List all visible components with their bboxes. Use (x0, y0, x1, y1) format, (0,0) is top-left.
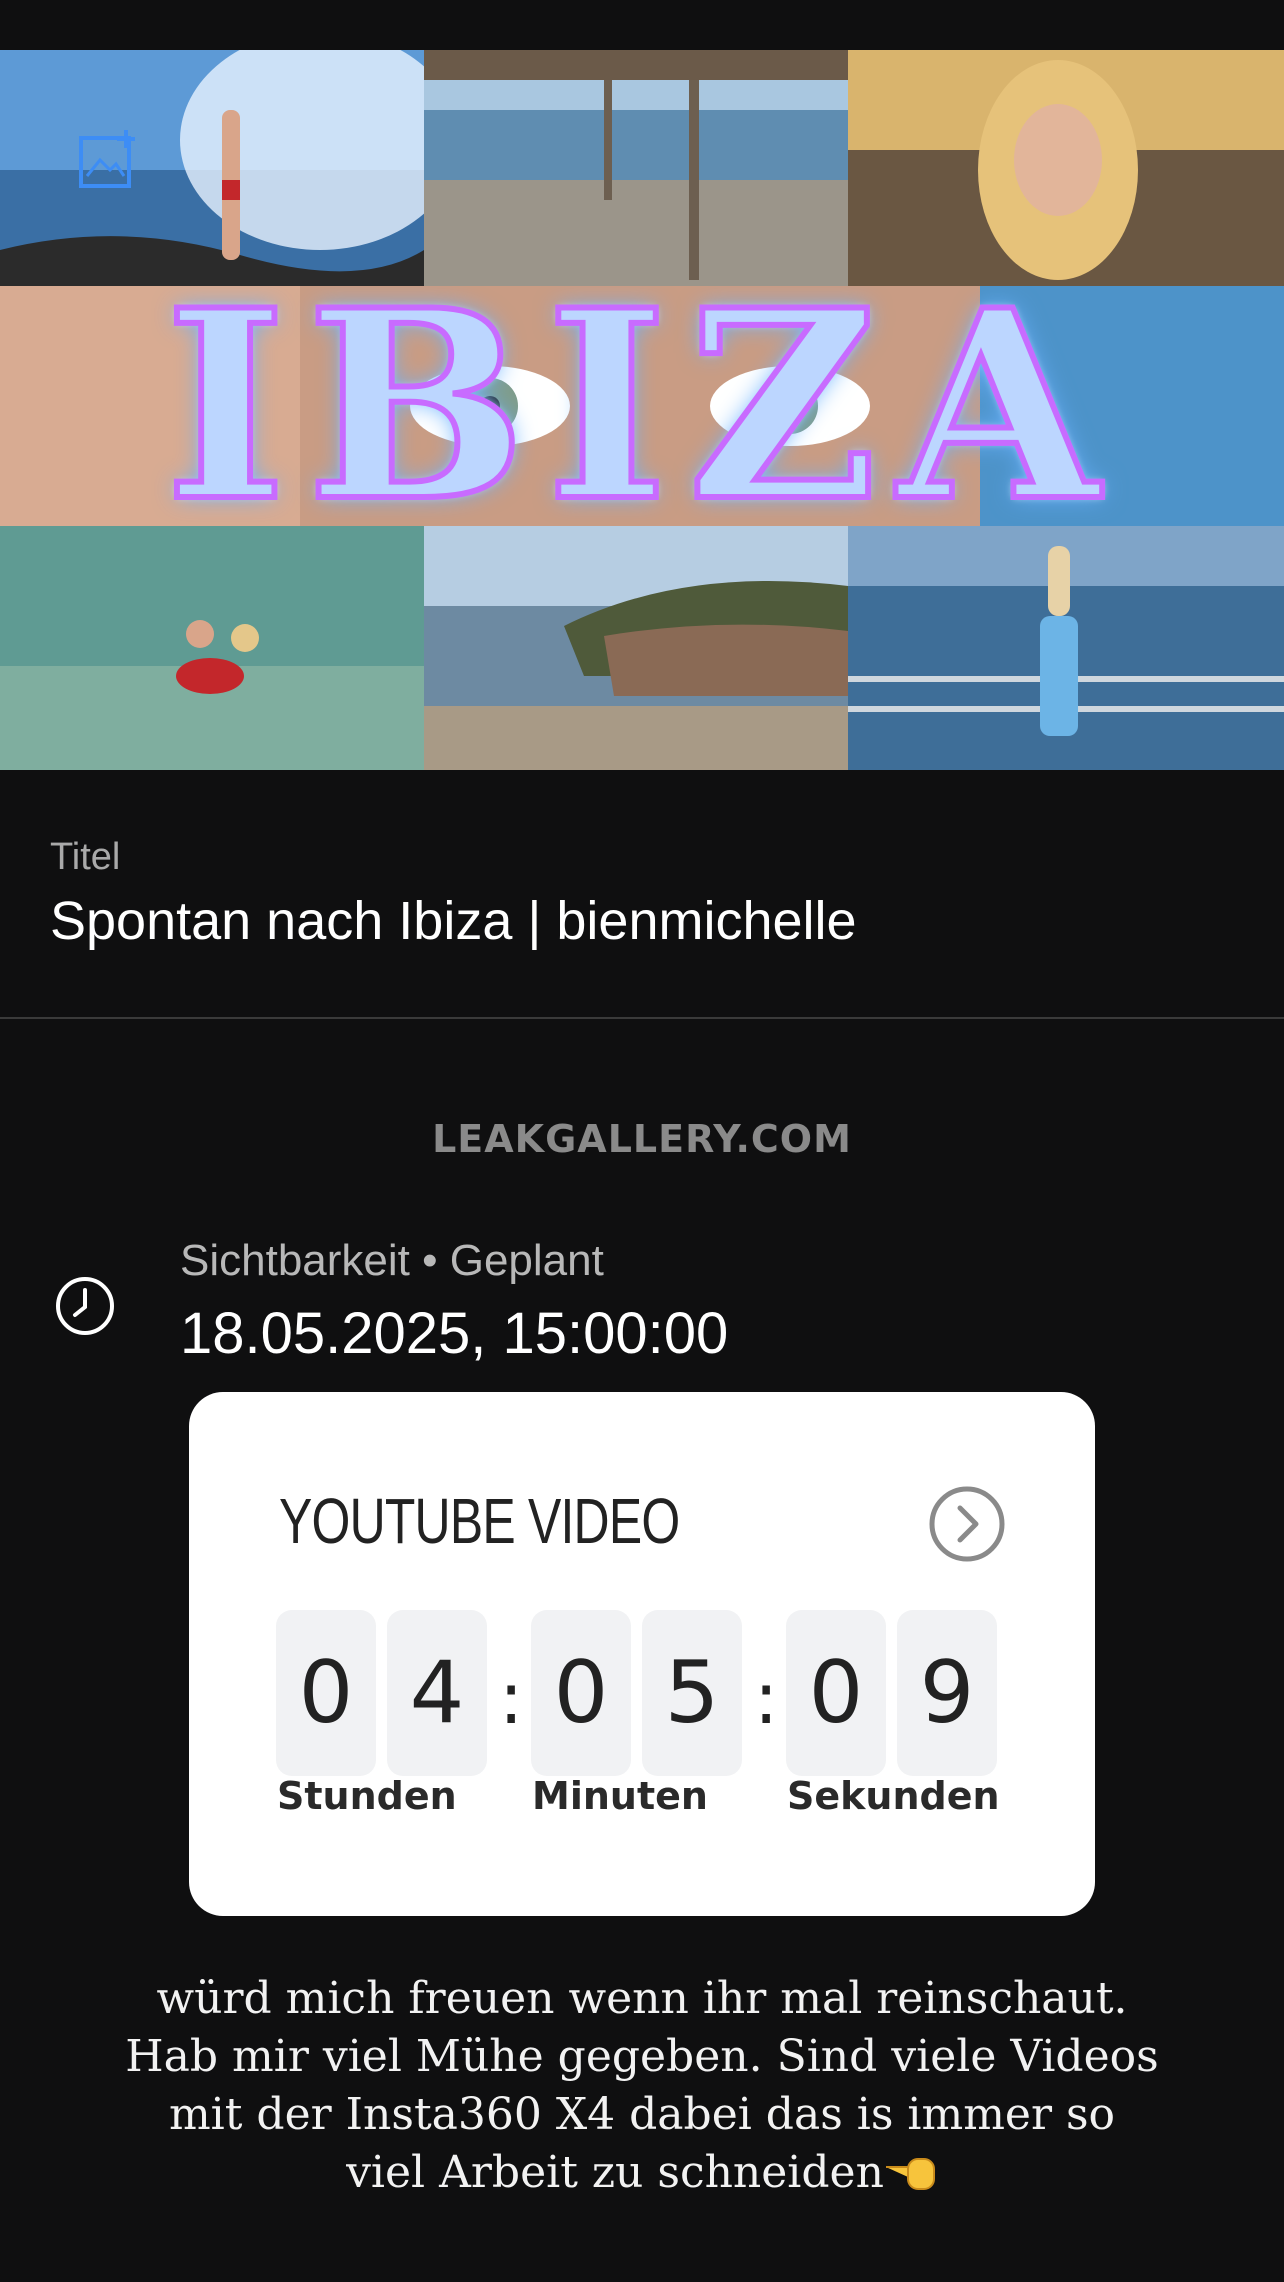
hours-label: Stunden (277, 1774, 457, 1818)
photo-sunset-portrait (848, 50, 1284, 286)
caption: würd mich freuen wenn ihr mal reinschaut… (120, 1970, 1164, 2202)
pointing-hand-emoji (885, 2158, 935, 2190)
countdown-card[interactable]: YOUTUBE VIDEO 0 4 : 0 5 : 0 9 Stunden Mi… (189, 1392, 1095, 1916)
caption-line: Hab mir viel Mühe gegeben. Sind viele Vi… (125, 2031, 1159, 2082)
minutes-label: Minuten (532, 1774, 708, 1818)
minutes-digit-1: 0 (531, 1610, 631, 1776)
visibility-label[interactable]: Sichtbarkeit • Geplant (180, 1236, 604, 1286)
time-separator: : (754, 1656, 779, 1740)
watermark: LEAKGALLERY.COM (432, 1117, 852, 1161)
seconds-digit-2: 9 (897, 1610, 997, 1776)
seconds-label: Sekunden (787, 1774, 1000, 1818)
countdown-title: YOUTUBE VIDEO (279, 1485, 680, 1557)
video-thumbnail[interactable]: IBIZA (0, 50, 1284, 770)
scheduled-date[interactable]: 18.05.2025, 15:00:00 (180, 1300, 728, 1367)
ibiza-overlay-text: IBIZA (162, 286, 1120, 526)
minutes-digit-2: 5 (642, 1610, 742, 1776)
hours-digit-2: 4 (387, 1610, 487, 1776)
ibiza-banner: IBIZA (0, 286, 1284, 526)
add-image-icon[interactable] (78, 128, 138, 190)
photo-beach-shelter (424, 50, 848, 286)
photo-wave-splash (0, 50, 424, 286)
photo-swimming (0, 526, 424, 770)
caption-line: würd mich freuen wenn ihr mal reinschaut… (156, 1973, 1128, 2024)
chevron-right-circle-icon[interactable] (927, 1484, 1007, 1564)
title-label: Titel (50, 836, 121, 878)
clock-icon (56, 1277, 114, 1335)
title-field[interactable]: Spontan nach Ibiza | bienmichelle (50, 890, 857, 952)
photo-railing-sea (848, 526, 1284, 770)
divider (0, 1017, 1284, 1019)
caption-line: viel Arbeit zu schneiden (346, 2147, 884, 2198)
time-separator: : (499, 1656, 524, 1740)
caption-line: mit der Insta360 X4 dabei das is immer s… (168, 2089, 1116, 2140)
photo-rocky-coast (424, 526, 848, 770)
hours-digit-1: 0 (276, 1610, 376, 1776)
seconds-digit-1: 0 (786, 1610, 886, 1776)
